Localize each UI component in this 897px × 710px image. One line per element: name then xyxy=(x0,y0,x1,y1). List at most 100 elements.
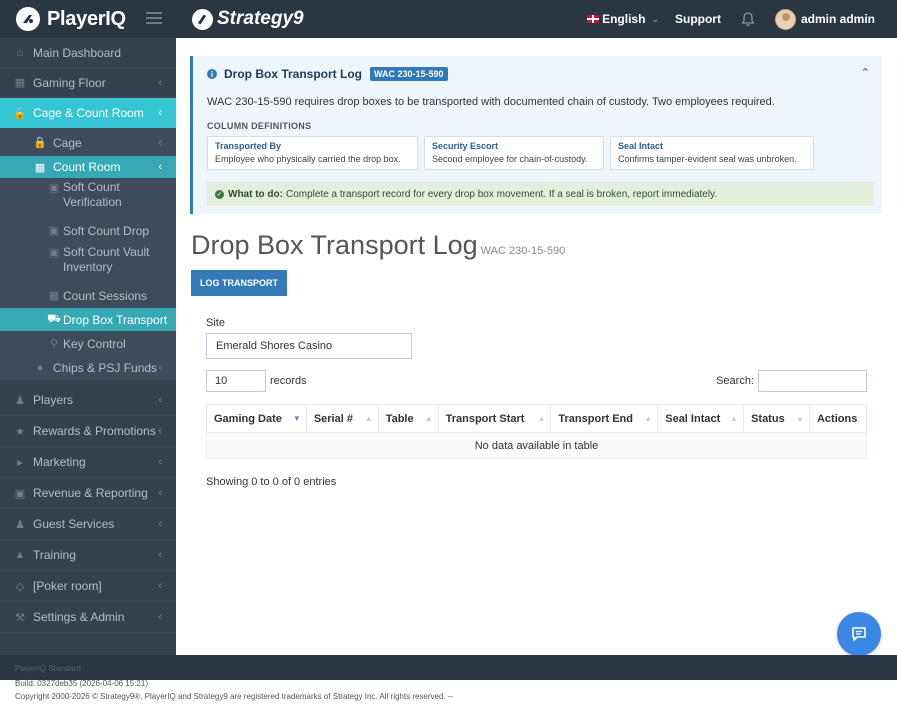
wrench-icon: ⚒ xyxy=(15,611,25,624)
diamond-icon: ◇ xyxy=(15,580,25,593)
sidebar-item-poker-room[interactable]: ◇ [Poker room] ‹ xyxy=(0,571,176,602)
table-row: No data available in table xyxy=(206,432,867,459)
info-note: i Drop Box Transport Log WAC 230-15-590 … xyxy=(190,56,882,214)
sidebar-item-gaming-floor[interactable]: ▦ Gaming Floor ‹ xyxy=(0,68,176,98)
chevron-left-icon: ‹ xyxy=(158,76,162,89)
partner-name: Strategy9 xyxy=(217,8,304,29)
table-info: Showing 0 to 0 of 0 entries xyxy=(206,476,337,488)
user-menu[interactable]: admin admin xyxy=(774,8,875,30)
star-icon: ★ xyxy=(15,425,25,438)
sidebar-item-soft-count-vault-inventory[interactable]: ▣ Soft Count Vault Inventory xyxy=(0,243,176,283)
definition-desc: Second employee for chain-of-custody. xyxy=(432,154,588,164)
definition-name: Seal Intact xyxy=(618,141,664,151)
sidebar-item-revenue-reporting[interactable]: ▣ Revenue & Reporting ‹ xyxy=(0,478,176,509)
page-length-input[interactable] xyxy=(206,370,266,392)
chevron-down-icon: ‹ xyxy=(158,161,162,173)
sidebar-item-label: Marketing xyxy=(33,455,86,469)
column-header-status[interactable]: Status ▲ xyxy=(743,404,810,433)
menu-toggle-icon[interactable] xyxy=(146,12,162,25)
sidebar-item-label: Revenue & Reporting xyxy=(33,486,148,500)
definition-card: Security Escort Second employee for chai… xyxy=(424,136,604,170)
top-bar: PlayerIQ Strategy9 English ⌄ Support adm… xyxy=(0,0,897,38)
build-label: Build: 0327deb35 (2026-04-06 15:21) xyxy=(15,679,148,688)
page-title-text: Drop Box Transport Log xyxy=(191,230,478,260)
sidebar-item-key-control[interactable]: ⚲ Key Control xyxy=(0,331,176,356)
column-header-serial[interactable]: Serial # ▲​ xyxy=(305,404,379,433)
sidebar-item-label: Main Dashboard xyxy=(33,45,122,60)
key-icon: ⚲ xyxy=(49,338,59,350)
sidebar-item-count-sessions[interactable]: ▦ Count Sessions xyxy=(0,283,176,308)
sidebar-item-cage-count-room[interactable]: 🔒 Cage & Count Room ‹ xyxy=(0,98,176,129)
sidebar-item-main-dashboard[interactable]: ⌂ Main Dashboard xyxy=(0,38,176,68)
log-transport-button[interactable]: LOG TRANSPORT xyxy=(191,270,287,296)
chat-icon xyxy=(852,627,866,641)
definition-desc: Employee who physically carried the drop… xyxy=(215,154,401,164)
avatar xyxy=(774,8,796,30)
bell-icon[interactable] xyxy=(741,11,755,27)
column-header-label: Transport Start xyxy=(445,412,525,425)
chevron-down-icon: ‹ xyxy=(158,107,162,119)
column-header-label: Table xyxy=(385,412,414,425)
edition-label: PlayerIQ Standard xyxy=(15,664,81,673)
sidebar-item-label: Chips & PSJ Funds xyxy=(53,361,158,375)
column-header-label: Gaming Date xyxy=(214,412,282,425)
sidebar-item-drop-box-transport[interactable]: ⛟ Drop Box Transport xyxy=(0,308,176,331)
main-content: i Drop Box Transport Log WAC 230-15-590 … xyxy=(176,38,897,655)
sidebar-item-rewards-promotions[interactable]: ★ Rewards & Promotions ‹ xyxy=(0,416,176,447)
chevron-left-icon: ‹ xyxy=(158,580,162,592)
money-icon: ▣ xyxy=(14,487,26,500)
grid-icon: ▦ xyxy=(14,77,26,89)
sort-icon: ▲ xyxy=(796,414,804,423)
page-title: Drop Box Transport Log WAC 230-15-590 xyxy=(191,230,565,261)
sidebar-item-soft-count-drop[interactable]: ▣ Soft Count Drop xyxy=(0,218,176,243)
support-link[interactable]: Support xyxy=(675,12,721,26)
column-header-label: Serial # xyxy=(313,412,353,425)
language-label: English xyxy=(602,12,646,26)
sidebar-item-count-room[interactable]: ▦ Count Room ‹ xyxy=(0,156,176,178)
chevron-left-icon: ‹ xyxy=(158,518,162,530)
transport-table: Gaming Date ▼ Serial # ▲​ Table ▲ Transport… xyxy=(206,404,868,459)
column-header-seal-intact[interactable]: Seal Intact ▲ xyxy=(657,404,745,433)
chevron-left-icon: ‹ xyxy=(158,136,162,149)
sidebar-item-settings-admin[interactable]: ⚒ Settings & Admin ‹ xyxy=(0,602,176,633)
language-selector[interactable]: English ⌄ xyxy=(587,12,659,26)
sidebar-item-soft-count-verification[interactable]: ▣ Soft Count Verification xyxy=(0,178,176,218)
column-header-transport-start[interactable]: Transport Start ▲ xyxy=(437,404,552,433)
todo-label: What to do: xyxy=(228,188,283,200)
column-definitions: Transported By Employee who physically c… xyxy=(207,136,820,170)
sidebar-item-guest-services[interactable]: ♟ Guest Services ‹ xyxy=(0,509,176,540)
site-select[interactable]: Emerald Shores Casino xyxy=(206,333,412,359)
submenu-count-room: ▣ Soft Count Verification ▣ Soft Count D… xyxy=(0,178,176,356)
check-circle-icon: ✓ xyxy=(215,189,224,199)
search-input[interactable] xyxy=(758,370,867,392)
sidebar-item-chips-psj-funds[interactable]: ● Chips & PSJ Funds ‹ xyxy=(0,356,176,380)
definition-card: Transported By Employee who physically c… xyxy=(207,136,418,170)
sidebar-item-label: Gaming Floor xyxy=(33,75,106,90)
brand-name: PlayerIQ xyxy=(47,7,126,30)
lock-icon: 🔒 xyxy=(33,137,47,149)
column-header-transport-end[interactable]: Transport End ▲ xyxy=(550,404,659,433)
column-header-table[interactable]: Table ▲ xyxy=(377,404,439,433)
sidebar-item-label: [Poker room] xyxy=(33,579,102,593)
sort-icon: ▲​ xyxy=(364,414,373,423)
column-definitions-label: COLUMN DEFINITIONS xyxy=(207,121,312,131)
sidebar-item-cage[interactable]: 🔒 Cage ‹ xyxy=(0,129,176,156)
lock-icon: 🔒 xyxy=(13,107,27,120)
sidebar-item-label: Players xyxy=(33,393,74,407)
sidebar-item-players[interactable]: ♟ Players ‹ xyxy=(0,385,176,416)
chevron-left-icon: ‹ xyxy=(158,487,162,499)
sidebar-item-label: Settings & Admin xyxy=(33,610,125,624)
definition-name: Security Escort xyxy=(432,141,499,151)
sidebar-item-training[interactable]: ▲ Training ‹ xyxy=(0,540,176,571)
sidebar-item-label: Count Room xyxy=(53,160,121,174)
column-header-gaming-date[interactable]: Gaming Date ▼ xyxy=(206,404,307,433)
chevron-left-icon: ‹ xyxy=(158,549,162,561)
sidebar-item-label: Cage & Count Room xyxy=(33,106,144,120)
chevron-up-icon[interactable]: ⌃ xyxy=(861,66,870,79)
sidebar-item-label: Guest Services xyxy=(33,517,115,531)
table-search: Search: xyxy=(716,370,867,392)
submenu-cage-count-room: 🔒 Cage ‹ ▦ Count Room ‹ ▣ Soft Count Ver… xyxy=(0,129,176,380)
sidebar-item-marketing[interactable]: ▸ Marketing ‹ xyxy=(0,447,176,478)
uk-flag-icon xyxy=(587,15,600,23)
chat-button[interactable] xyxy=(837,612,881,656)
